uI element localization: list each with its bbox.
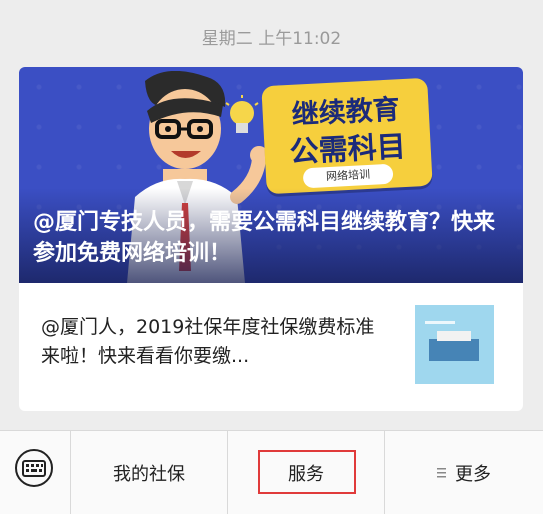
menu-item-more-label: 更多 [455,463,491,485]
menu-item-my-social-security[interactable]: 我的社保 [71,431,227,514]
banner-tag: 网络培训 [302,163,394,189]
menu-lines-icon [437,467,446,477]
banner-sign: 继续教育 公需科目 网络培训 [261,77,433,195]
message-timestamp: 星期二 上午11:02 [201,29,342,49]
bottom-menu-bar: 我的社保 服务 更多 [0,430,543,514]
banner-sign-line2: 公需科目 [288,128,407,169]
keyboard-icon[interactable] [14,448,54,488]
thumbnail-graphic [415,305,494,384]
article-banner-image[interactable]: 继续教育 公需科目 网络培训 @厦门专技人员，需要公需科目继续教育？快来参加免费… [19,67,523,283]
article-list-item-title[interactable]: @厦门人，2019社保年度社保缴费标准来啦！快来看看你要缴... [41,313,391,371]
highlight-box [258,450,356,494]
article-headline[interactable]: @厦门专技人员，需要公需科目继续教育？快来参加免费网络培训！ [33,207,513,269]
article-card[interactable]: 继续教育 公需科目 网络培训 @厦门专技人员，需要公需科目继续教育？快来参加免费… [19,67,523,411]
menu-item-more[interactable]: 更多 [385,431,543,514]
article-list-item[interactable]: @厦门人，2019社保年度社保缴费标准来啦！快来看看你要缴... [19,283,523,411]
article-thumbnail[interactable] [415,305,494,384]
lightbulb-icon [225,95,259,133]
